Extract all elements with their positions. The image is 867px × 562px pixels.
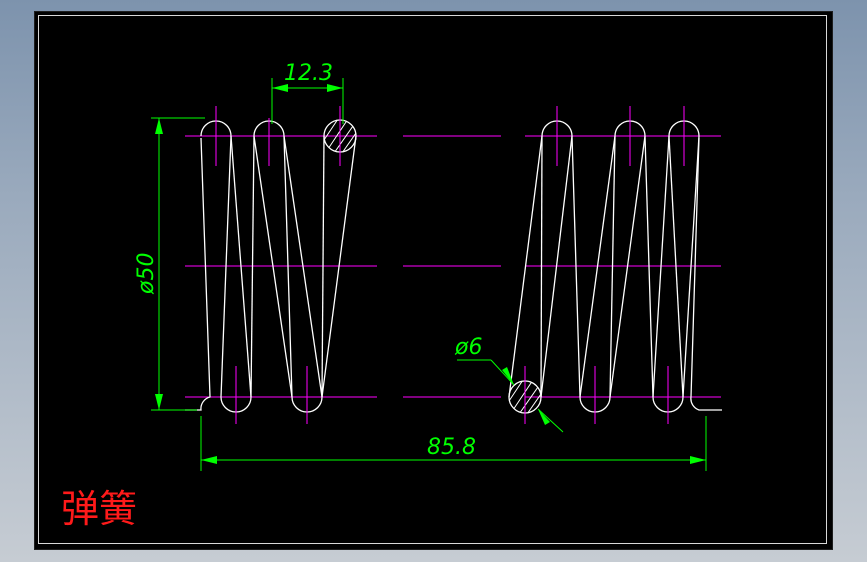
drawing-viewport[interactable]: 12.3 ø50 ø6 85.8 弹簧: [35, 12, 832, 549]
dimension-outer-diameter-text: ø50: [134, 253, 159, 295]
dimension-free-length[interactable]: 85.8: [200, 416, 707, 471]
drawing-title: 弹簧: [61, 487, 138, 531]
dimension-free-length-text: 85.8: [427, 435, 476, 460]
coil-end-right: [690, 137, 722, 411]
coil-end-left: [185, 137, 211, 411]
dimension-pitch[interactable]: 12.3: [271, 61, 344, 124]
coil-strand-10: [540, 135, 543, 398]
dimension-outer-diameter[interactable]: ø50: [134, 117, 205, 411]
dimension-wire-diameter-text: ø6: [454, 335, 482, 360]
centerlines-horizontal: [185, 135, 721, 398]
spring-drawing: 12.3 ø50 ø6 85.8: [134, 61, 722, 471]
dimension-pitch-text: 12.3: [284, 61, 333, 86]
